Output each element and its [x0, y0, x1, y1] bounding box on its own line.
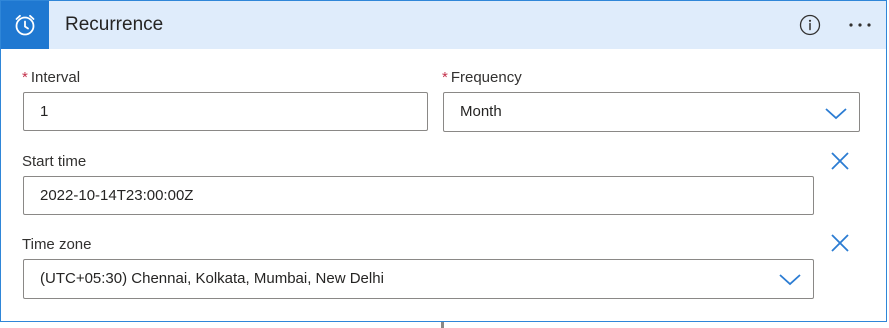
card-header[interactable]: Recurrence: [1, 1, 886, 49]
chevron-down-icon: [824, 105, 848, 121]
interval-label-text: Interval: [30, 69, 81, 86]
info-icon[interactable]: [799, 14, 821, 36]
frequency-label: * Frequency: [442, 69, 522, 86]
more-ellipsis-icon[interactable]: [845, 13, 875, 37]
start-time-label-text: Start time: [22, 153, 87, 170]
start-time-label: Start time: [22, 153, 86, 170]
time-zone-dropdown[interactable]: (UTC+05:30) Chennai, Kolkata, Mumbai, Ne…: [23, 259, 814, 299]
required-marker: *: [442, 69, 448, 86]
time-zone-value: (UTC+05:30) Chennai, Kolkata, Mumbai, Ne…: [40, 270, 384, 287]
required-marker: *: [22, 69, 28, 86]
frequency-label-text: Frequency: [450, 69, 522, 86]
connector-line: [441, 322, 444, 328]
chevron-down-icon: [778, 271, 802, 287]
frequency-value: Month: [460, 103, 502, 120]
frequency-dropdown[interactable]: Month: [443, 92, 860, 132]
interval-label: * Interval: [22, 69, 80, 86]
interval-input[interactable]: [23, 92, 428, 131]
clear-time-zone-close-icon[interactable]: [827, 230, 853, 256]
recurrence-card: Recurrence *Interval *Frequency Month: [0, 0, 887, 322]
card-title: Recurrence: [65, 14, 164, 35]
time-zone-label-text: Time zone: [22, 236, 92, 253]
start-time-input[interactable]: [23, 176, 814, 215]
clear-start-time-close-icon[interactable]: [827, 148, 853, 174]
alarm-clock-icon: [1, 1, 49, 49]
time-zone-label: Time zone: [22, 236, 91, 253]
